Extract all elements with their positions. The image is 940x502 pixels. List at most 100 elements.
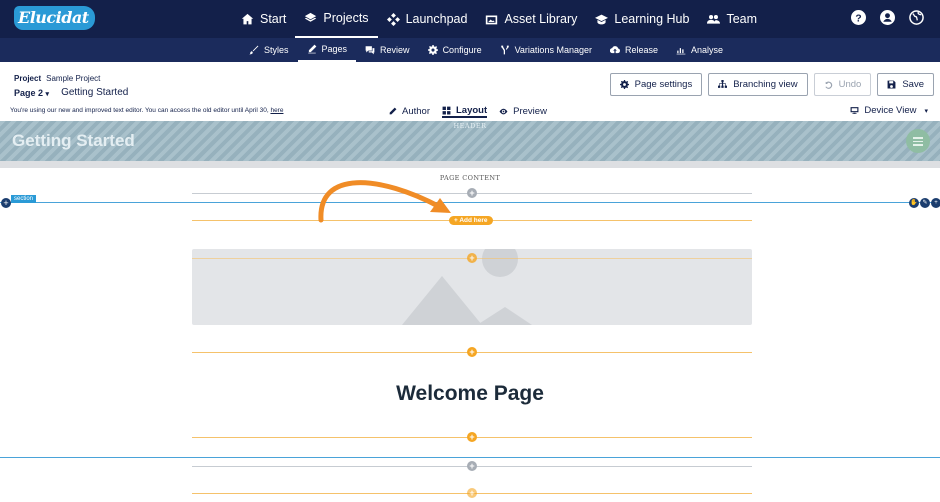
team-icon [707, 14, 721, 24]
sub-nav: Styles Pages Review Configure Variations… [240, 38, 732, 62]
project-breadcrumb: Project Sample Project [14, 74, 100, 83]
device-view-dropdown[interactable]: Device View ▾ [850, 105, 928, 116]
project-label: Project [14, 74, 42, 83]
undo-label: Undo [838, 79, 862, 90]
add-block-plus-icon[interactable]: + [467, 253, 477, 263]
branching-view-button[interactable]: Branching view [708, 73, 808, 96]
pencil-icon [389, 107, 397, 114]
undo-button[interactable]: Undo [813, 73, 872, 96]
sitemap-icon [718, 80, 728, 88]
subnav-item-label: Review [380, 45, 410, 55]
bar-chart-icon [676, 48, 686, 55]
page-settings-button[interactable]: Page settings [609, 73, 703, 96]
subnav-item-release[interactable]: Release [601, 38, 667, 62]
welcome-heading[interactable]: Welcome Page [0, 382, 940, 406]
page-dropdown-label: Page 2 [14, 87, 44, 98]
editor-notice: You're using our new and improved text e… [10, 107, 283, 114]
elucidat-logo[interactable]: Elucidat [14, 6, 95, 30]
save-label: Save [902, 79, 924, 90]
old-editor-link[interactable]: here [270, 107, 283, 114]
subnav-item-label: Variations Manager [514, 45, 592, 55]
image-library-icon [486, 14, 498, 24]
subnav-item-variations-manager[interactable]: Variations Manager [491, 38, 601, 62]
grid-icon [442, 106, 451, 114]
floppy-disk-icon [887, 80, 896, 89]
help-icon[interactable]: ? [851, 10, 866, 25]
tab-author-label: Author [402, 105, 430, 117]
nav-item-team[interactable]: Team [698, 0, 766, 38]
add-here-button[interactable]: + Add here [449, 216, 493, 225]
section-tools: ✋ ✎ + [909, 198, 940, 208]
cog-icon [619, 80, 629, 89]
subnav-item-analyse[interactable]: Analyse [667, 38, 732, 62]
chevron-down-icon: ▾ [924, 107, 928, 115]
subnav-item-label: Configure [442, 45, 482, 55]
cloud-upload-icon [609, 46, 620, 54]
nav-item-learning-hub[interactable]: Learning Hub [586, 0, 698, 38]
add-content-plus-icon[interactable]: + [467, 461, 477, 471]
nav-item-asset-library[interactable]: Asset Library [476, 0, 586, 38]
add-block-plus-icon[interactable]: + [467, 432, 477, 442]
subnav-item-styles[interactable]: Styles [240, 38, 298, 62]
nav-item-start[interactable]: Start [232, 0, 295, 38]
graduation-cap-icon [595, 14, 609, 24]
menu-icon[interactable] [906, 129, 930, 153]
chevron-down-icon: ▾ [45, 90, 50, 98]
header-title: Getting Started [12, 131, 135, 150]
page-dropdown[interactable]: Page 2 ▾ [14, 88, 49, 98]
add-section-plus-icon[interactable]: + [1, 198, 11, 208]
subnav-item-label: Release [624, 45, 658, 55]
tab-preview[interactable]: Preview [499, 104, 547, 118]
nav-item-label: Start [260, 12, 287, 26]
nav-item-label: Learning Hub [614, 12, 690, 26]
editor-mode-tabs: Author Layout Preview [388, 104, 547, 118]
page-title: Getting Started [61, 87, 129, 98]
branching-view-label: Branching view [733, 79, 798, 90]
monitor-icon [850, 107, 859, 114]
project-name[interactable]: Sample Project [46, 74, 100, 83]
section-boundary-line [0, 457, 940, 458]
tab-author[interactable]: Author [388, 104, 430, 118]
device-view-label: Device View [864, 105, 917, 116]
save-button[interactable]: Save [877, 73, 934, 96]
add-icon[interactable]: + [931, 198, 940, 208]
pencil-icon [307, 44, 316, 54]
home-icon [241, 13, 254, 24]
nav-item-label: Team [726, 12, 758, 26]
undo-icon [825, 81, 832, 89]
subnav-item-pages[interactable]: Pages [297, 38, 357, 62]
header-divider [0, 161, 940, 168]
layers-icon [305, 12, 317, 22]
subnav-item-label: Styles [264, 45, 289, 55]
top-right-icons: ? [851, 10, 924, 25]
add-block-plus-icon[interactable]: + [467, 347, 477, 357]
subnav-item-label: Pages [321, 44, 348, 54]
main-nav: Start Projects Launchpad Asset Library L… [232, 0, 766, 38]
comments-icon [365, 46, 375, 55]
add-content-plus-icon[interactable]: + [467, 188, 477, 198]
fork-icon [500, 45, 509, 55]
nav-item-launchpad[interactable]: Launchpad [378, 0, 477, 38]
svg-text:?: ? [855, 13, 861, 24]
drag-icon[interactable]: ✋ [909, 198, 919, 208]
brush-icon [249, 45, 259, 55]
page-toolbar: Page settings Branching view Undo Save [609, 73, 934, 96]
globe-icon[interactable] [909, 10, 924, 25]
subnav-item-configure[interactable]: Configure [419, 38, 491, 62]
section-boundary-line [0, 202, 940, 203]
cog-icon [427, 45, 438, 55]
page-settings-label: Page settings [634, 79, 693, 90]
section-tag[interactable]: section [11, 195, 37, 203]
launchpad-icon [386, 12, 400, 26]
nav-item-projects[interactable]: Projects [295, 0, 378, 38]
subnav-item-review[interactable]: Review [356, 38, 419, 62]
edit-icon[interactable]: ✎ [920, 198, 930, 208]
top-nav-bar: Elucidat Start Projects Launchpad Asset … [0, 0, 940, 38]
nav-item-label: Projects [323, 11, 369, 25]
sub-nav-bar: Styles Pages Review Configure Variations… [0, 38, 940, 62]
tab-layout[interactable]: Layout [442, 104, 488, 118]
page-selector-row: Page 2 ▾ Getting Started [14, 87, 128, 98]
add-block-plus-icon[interactable]: + [467, 488, 477, 498]
tab-layout-label: Layout [456, 104, 488, 116]
user-icon[interactable] [880, 10, 895, 25]
